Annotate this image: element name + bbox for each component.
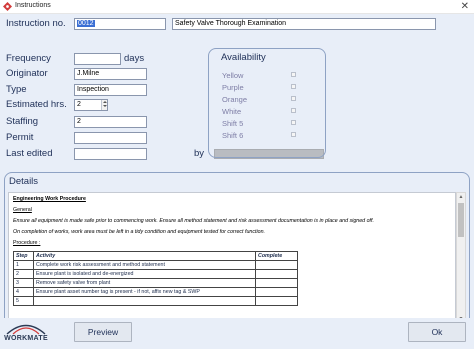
frequency-unit: days <box>124 53 145 64</box>
app-icon <box>3 2 12 11</box>
instruction-no-label: Instruction no. <box>6 18 66 29</box>
table-row: 2 Ensure plant is isolated and de-energi… <box>13 269 298 279</box>
procedure-label: Procedure : <box>13 240 41 246</box>
steps-table: Step Activity Complete 1 Complete work r… <box>13 251 298 306</box>
step-activity <box>33 296 256 306</box>
step-activity: Ensure plant is isolated and de-energize… <box>33 269 256 279</box>
scrollbar-thumb[interactable] <box>458 203 464 237</box>
table-header-step: Step <box>13 251 34 261</box>
availability-white-checkbox[interactable] <box>291 108 296 113</box>
table-row: 4 Ensure plant asset number tag is prese… <box>13 287 298 297</box>
staffing-label: Staffing <box>6 116 39 127</box>
form-panel: Instruction no. 0012 Safety Valve Thorou… <box>0 14 474 349</box>
by-label: by <box>194 148 205 159</box>
step-complete <box>255 296 298 306</box>
estimated-hrs-value: 2 <box>77 101 81 108</box>
availability-white-label: White <box>222 107 242 116</box>
general-line-2: On completion of works, work area must b… <box>13 229 266 235</box>
step-activity: Complete work risk assessment and method… <box>33 260 256 270</box>
table-row: 1 Complete work risk assessment and meth… <box>13 260 298 270</box>
step-activity: Remove safety valve from plant <box>33 278 256 288</box>
availability-shift6-label: Shift 6 <box>222 131 244 140</box>
table-header-activity: Activity <box>33 251 256 261</box>
availability-purple-checkbox[interactable] <box>291 84 296 89</box>
type-field[interactable]: Inspection <box>74 84 147 96</box>
details-scrollbar[interactable]: ▲ ▼ <box>456 192 466 324</box>
step-number: 3 <box>13 278 34 288</box>
table-header-complete: Complete <box>255 251 298 261</box>
last-edited-label: Last edited <box>6 148 53 159</box>
originator-field[interactable]: J.Milne <box>74 68 147 80</box>
title-bar: Instructions ✕ <box>0 0 474 14</box>
table-row: 3 Remove safety valve from plant <box>13 278 298 288</box>
availability-purple-label: Purple <box>222 83 244 92</box>
availability-title: Availability <box>221 52 266 63</box>
originator-label: Originator <box>6 68 48 79</box>
permit-field[interactable] <box>74 132 147 144</box>
last-edited-field[interactable] <box>74 148 147 160</box>
step-activity: Ensure plant asset number tag is present… <box>33 287 256 297</box>
table-row: 5 <box>13 296 298 306</box>
step-complete <box>255 260 298 270</box>
window-title: Instructions <box>15 2 51 9</box>
estimated-hrs-label: Estimated hrs. <box>6 99 67 110</box>
type-label: Type <box>6 84 27 95</box>
ok-button[interactable]: Ok <box>408 322 466 342</box>
spin-arrows-icon[interactable] <box>101 100 107 110</box>
availability-yellow-label: Yellow <box>222 71 244 80</box>
frequency-field[interactable] <box>74 53 121 65</box>
scroll-up-icon[interactable]: ▲ <box>457 193 465 201</box>
footer-bar: WORKMATE Preview Ok <box>0 318 474 349</box>
step-number: 1 <box>13 260 34 270</box>
step-complete <box>255 269 298 279</box>
availability-group: Availability Yellow Purple Orange White … <box>208 48 326 158</box>
close-icon[interactable]: ✕ <box>461 0 469 13</box>
logo-text: WORKMATE <box>4 335 48 342</box>
availability-shift5-checkbox[interactable] <box>291 120 296 125</box>
general-line-1: Ensure all equipment is made safe prior … <box>13 218 374 224</box>
availability-orange-checkbox[interactable] <box>291 96 296 101</box>
procedure-heading: Engineering Work Procedure <box>13 196 86 202</box>
details-group: Details Engineering Work Procedure Gener… <box>4 172 470 328</box>
step-complete <box>255 287 298 297</box>
availability-shift5-label: Shift 5 <box>222 119 244 128</box>
step-number: 5 <box>13 296 34 306</box>
estimated-hrs-stepper[interactable]: 2 <box>74 99 108 111</box>
availability-orange-label: Orange <box>222 95 248 104</box>
step-number: 4 <box>13 287 34 297</box>
workmate-logo: WORKMATE <box>3 321 49 345</box>
staffing-field[interactable]: 2 <box>74 116 147 128</box>
preview-button[interactable]: Preview <box>74 322 132 342</box>
permit-label: Permit <box>6 132 34 143</box>
availability-yellow-checkbox[interactable] <box>291 72 296 77</box>
instruction-title-field[interactable]: Safety Valve Thorough Examination <box>172 18 436 30</box>
availability-shift6-checkbox[interactable] <box>291 132 296 137</box>
general-label: General <box>13 207 32 213</box>
instruction-no-field[interactable]: 0012 <box>74 18 166 30</box>
logo-mark-icon <box>6 324 46 335</box>
step-number: 2 <box>13 269 34 279</box>
frequency-label: Frequency <box>6 53 51 64</box>
details-title: Details <box>9 176 39 187</box>
details-text-area[interactable]: Engineering Work Procedure General Ensur… <box>8 192 456 324</box>
step-complete <box>255 278 298 288</box>
